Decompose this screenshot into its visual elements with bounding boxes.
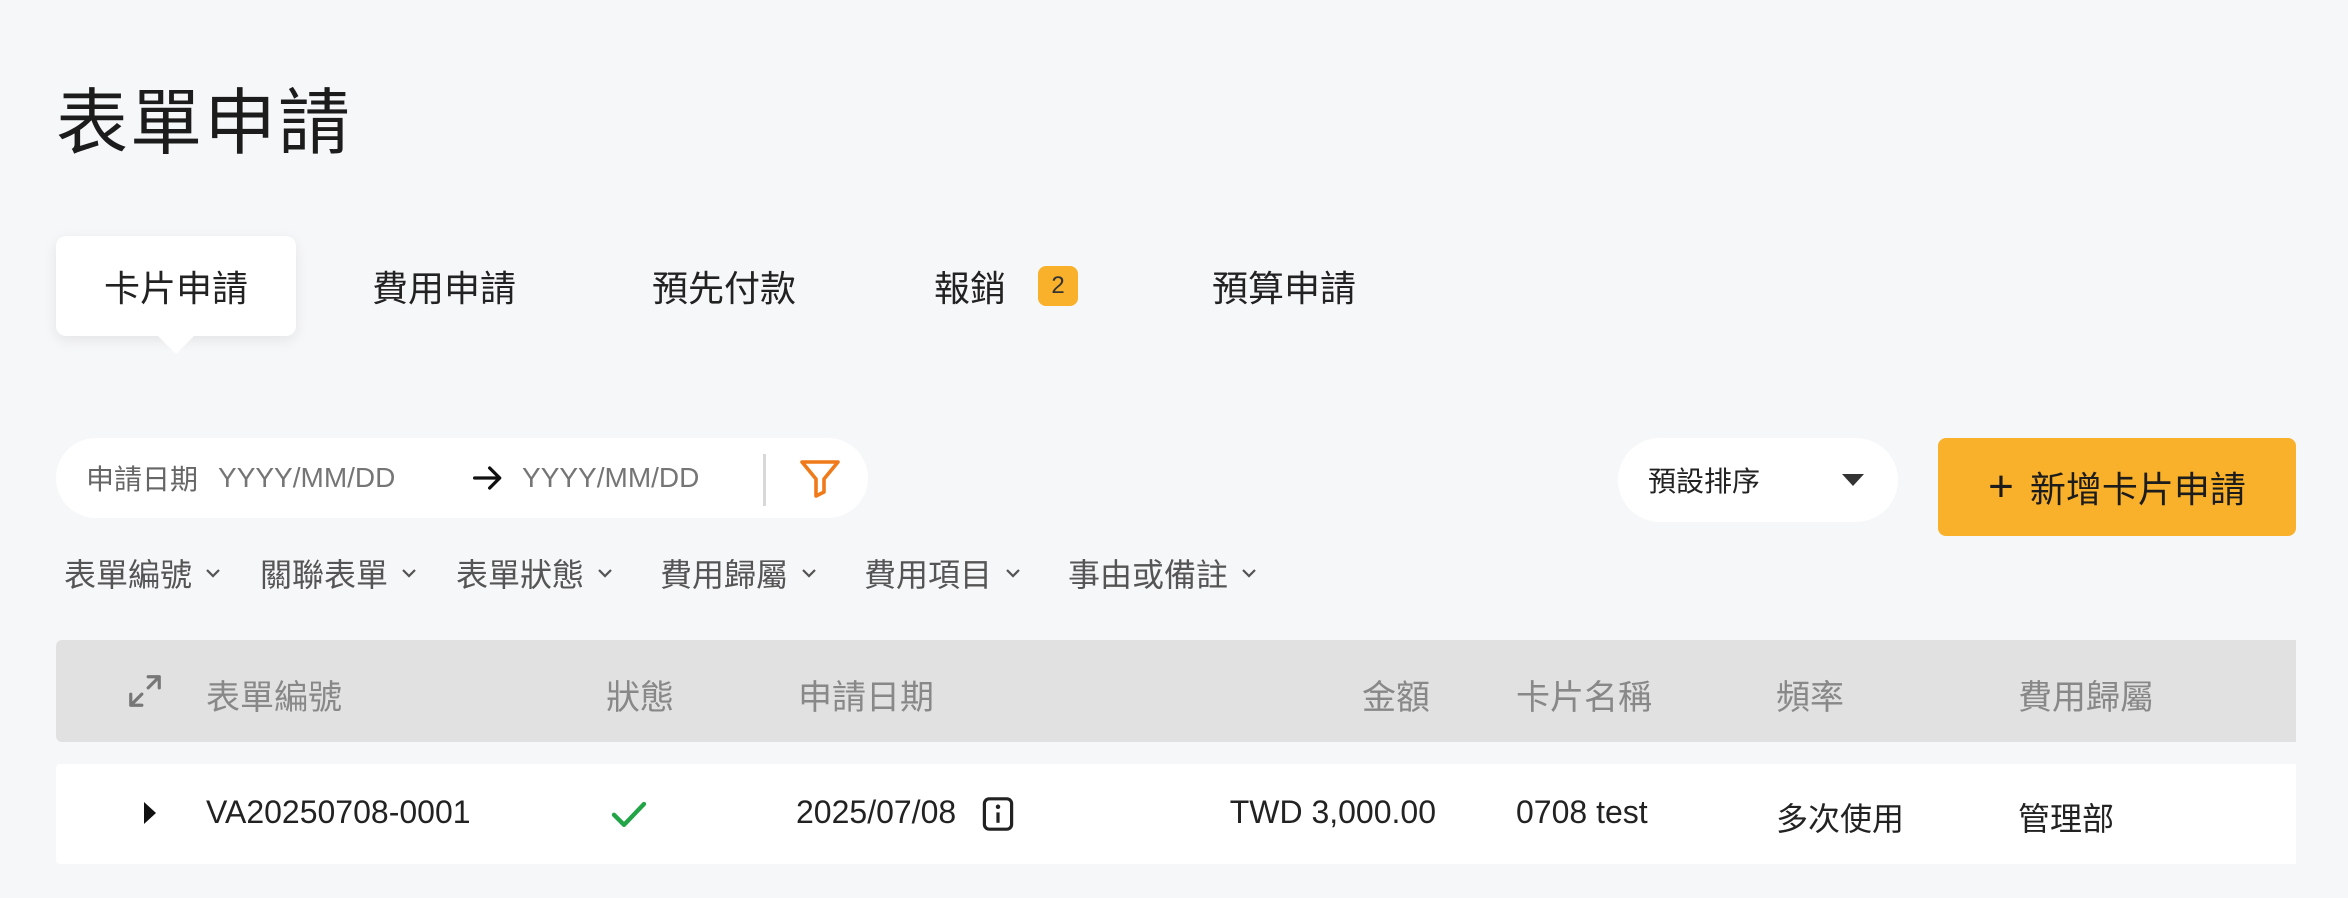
cell-amount: TWD 3,000.00 [1229,794,1436,830]
filter-related-form[interactable]: 關聯表單 [260,550,418,596]
tab-expense-application[interactable]: 費用申請 [296,236,592,336]
tab-bar: 卡片申請 費用申請 預先付款 報銷 2 預算申請 [56,236,1412,354]
column-header-frequency[interactable]: 頻率 [1776,670,1844,719]
filter-label: 表單編號 [64,557,193,593]
plus-icon: + [1988,462,2014,511]
chevron-down-icon [1242,569,1256,578]
caret-down-icon [1842,474,1864,486]
filter-form-status[interactable]: 表單狀態 [456,550,614,596]
add-button-label: 新增卡片申請 [2029,469,2246,510]
tab-badge: 2 [1038,266,1078,306]
filter-label: 關聯表單 [260,557,389,593]
page-title: 表單申請 [56,84,353,164]
chevron-down-icon [206,569,220,578]
filter-reason-note[interactable]: 事由或備註 [1068,550,1258,596]
column-header-date[interactable]: 申請日期 [798,670,934,719]
column-header-form-no[interactable]: 表單編號 [206,670,342,719]
divider [763,454,766,506]
tab-label: 預先付款 [651,268,796,309]
tab-label: 報銷 [933,268,1006,309]
date-filter-label: 申請日期 [86,464,199,495]
tab-card-application[interactable]: 卡片申請 [56,236,296,354]
cell-card-name: 0708 test [1516,794,1648,830]
info-icon[interactable] [982,796,1014,832]
expand-row-caret-icon[interactable] [144,802,156,824]
cell-date: 2025/07/08 [796,794,957,830]
tab-prepayment[interactable]: 預先付款 [592,236,856,336]
column-header-card-name[interactable]: 卡片名稱 [1516,670,1652,719]
tab-budget-application[interactable]: 預算申請 [1156,236,1412,336]
cell-cost-owner: 管理部 [2018,801,2115,837]
arrow-right-icon [473,466,502,490]
cell-frequency: 多次使用 [1776,801,1905,837]
chevron-down-icon [802,569,816,578]
table-row[interactable]: VA20250708-0001 2025/07/08 TWD 3,000.00 … [56,764,2296,864]
sort-select[interactable]: 預設排序 [1618,438,1898,522]
start-date-input[interactable] [218,462,439,494]
table-header: 表單編號 狀態 申請日期 金額 卡片名稱 頻率 費用歸屬 [56,640,2296,742]
tab-label: 預算申請 [1211,268,1356,309]
filter-label: 費用歸屬 [660,557,789,593]
column-header-status[interactable]: 狀態 [606,670,674,719]
column-header-amount[interactable]: 金額 [1362,670,1430,719]
sort-selected-value: 預設排序 [1648,466,1761,497]
filter-label: 表單狀態 [456,557,585,593]
tab-label: 費用申請 [371,268,516,309]
filter-form-no[interactable]: 表單編號 [64,550,222,596]
filter-expense-item[interactable]: 費用項目 [864,550,1022,596]
cell-form-no: VA20250708-0001 [206,794,471,830]
chevron-down-icon [598,569,612,578]
end-date-input[interactable] [522,462,743,494]
date-range-filter: 申請日期 [56,438,868,518]
check-icon [611,801,647,827]
filter-label: 事由或備註 [1068,557,1229,593]
expand-icon[interactable] [126,672,164,710]
tab-label: 卡片申請 [103,268,248,309]
tab-reimbursement[interactable]: 報銷 2 [856,236,1156,336]
filter-label: 費用項目 [864,557,993,593]
chevron-down-icon [402,569,416,578]
filter-cost-owner[interactable]: 費用歸屬 [660,550,818,596]
add-card-application-button[interactable]: + 新增卡片申請 [1938,438,2296,536]
filter-icon[interactable] [796,454,844,502]
column-header-cost-owner[interactable]: 費用歸屬 [2018,670,2154,719]
chevron-down-icon [1006,569,1020,578]
